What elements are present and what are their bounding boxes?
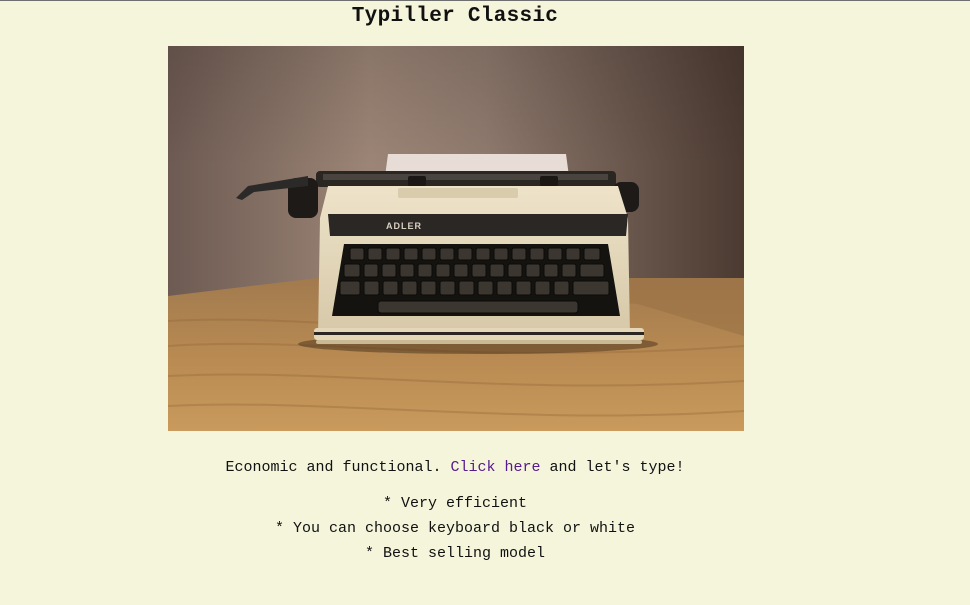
description-text-end: and let's type! <box>549 459 685 476</box>
feature-item: * You can choose keyboard black or white <box>274 520 636 537</box>
click-here-link[interactable]: Click here <box>451 459 541 476</box>
page-title: Typiller Classic <box>351 5 559 28</box>
feature-item: * Best selling model <box>364 545 546 562</box>
typewriter-image: ADLER <box>168 46 744 431</box>
feature-list: * Very efficient * You can choose keyboa… <box>0 491 910 566</box>
product-description: Economic and functional. Click here and … <box>0 458 910 478</box>
feature-item: * Very efficient <box>382 495 528 512</box>
svg-text:ADLER: ADLER <box>386 221 422 231</box>
product-page: Typiller Classic ADLER Economic and func… <box>0 1 910 605</box>
description-text: Economic and functional. <box>225 459 442 476</box>
